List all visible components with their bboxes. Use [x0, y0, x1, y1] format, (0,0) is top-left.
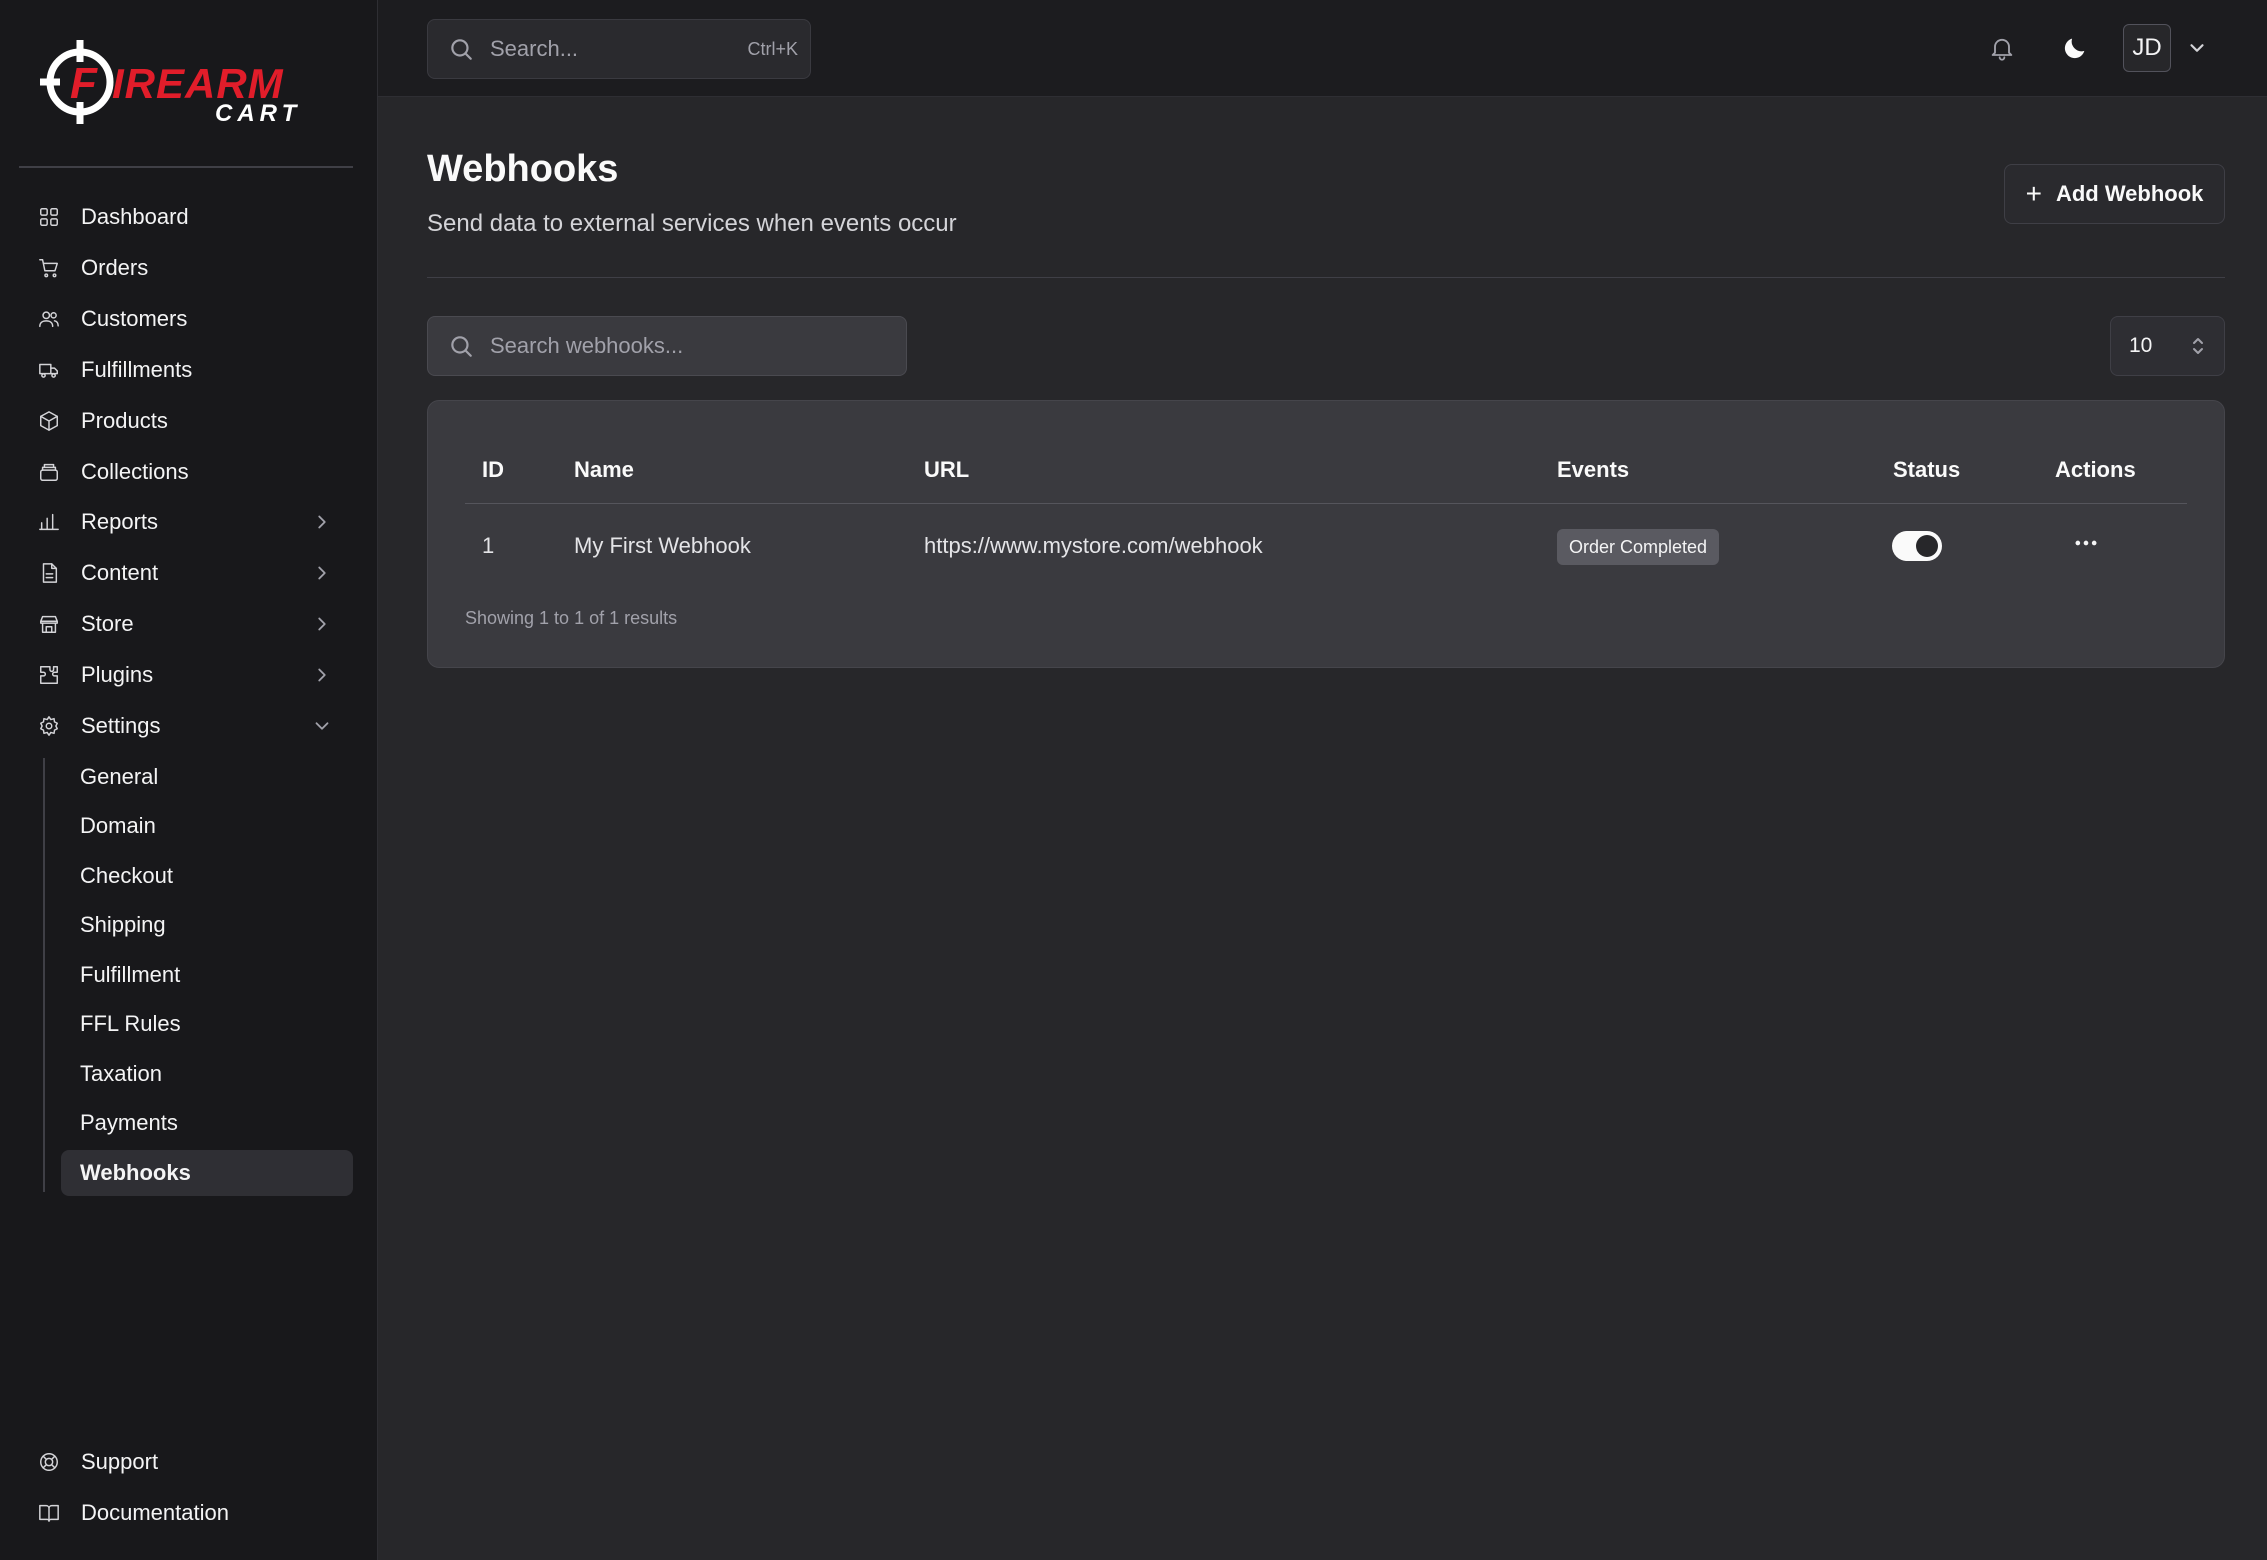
sidebar-item-content[interactable]: Content [19, 550, 353, 596]
truck-icon [37, 358, 61, 382]
cell-url: https://www.mystore.com/webhook [924, 533, 1263, 558]
svg-text:F: F [70, 59, 98, 108]
toggle-knob [1916, 535, 1938, 557]
chevron-up-down-icon [2193, 338, 2203, 354]
file-icon [37, 561, 61, 585]
cart-icon [37, 256, 61, 280]
settings-item-checkout[interactable]: Checkout [61, 853, 353, 899]
box-icon [37, 409, 61, 433]
sidebar-item-collections[interactable]: Collections [19, 449, 353, 495]
status-toggle[interactable] [1892, 531, 1942, 561]
settings-item-general[interactable]: General [61, 754, 353, 800]
sidebar-item-dashboard[interactable]: Dashboard [19, 194, 353, 240]
settings-item-ffl-rules[interactable]: FFL Rules [61, 1001, 353, 1047]
sidebar-item-label: Customers [81, 306, 188, 331]
sidebar-divider [19, 166, 353, 168]
store-icon [37, 612, 61, 636]
settings-submenu-line [43, 758, 45, 1192]
header-divider-line [465, 503, 2187, 504]
top-bar: Search... Ctrl+K JD [378, 0, 2267, 97]
sidebar-item-reports[interactable]: Reports [19, 499, 353, 545]
results-summary: Showing 1 to 1 of 1 results [465, 608, 678, 628]
search-placeholder: Search... [490, 36, 579, 61]
sidebar-item-store[interactable]: Store [19, 601, 353, 647]
column-header-name[interactable]: Name [574, 457, 634, 483]
sidebar-item-label: Orders [81, 255, 149, 280]
per-page-select[interactable]: 10 [2110, 316, 2225, 376]
column-header-status[interactable]: Status [1893, 457, 1960, 483]
firearm-cart-logo[interactable]: F IREARM CART [40, 36, 330, 128]
sidebar-item-label: Fulfillments [81, 357, 193, 382]
sidebar-item-customers[interactable]: Customers [19, 296, 353, 342]
sidebar-item-label: Documentation [81, 1500, 229, 1525]
sidebar-item-label: Settings [81, 713, 161, 738]
collections-icon [37, 460, 61, 484]
sidebar-item-fulfillments[interactable]: Fulfillments [19, 347, 353, 393]
sidebar-item-label: Content [81, 560, 159, 585]
search-shortcut-hint: Ctrl+K [747, 38, 798, 59]
column-header-url[interactable]: URL [924, 457, 969, 483]
header-divider [427, 277, 2225, 278]
sidebar-item-orders[interactable]: Orders [19, 245, 353, 291]
sidebar-item-label: Plugins [81, 662, 154, 687]
cell-name: My First Webhook [574, 533, 751, 558]
lifebuoy-icon [37, 1450, 61, 1474]
settings-item-fulfillment[interactable]: Fulfillment [61, 952, 353, 998]
sidebar-item-label: Collections [81, 459, 189, 484]
column-header-actions: Actions [2055, 457, 2136, 482]
chevron-down-icon [311, 715, 333, 737]
plus-icon: + [2025, 178, 2042, 209]
chevron-right-icon [311, 664, 333, 686]
svg-text:CART: CART [215, 100, 301, 127]
add-webhook-label: Add Webhook [2055, 181, 2204, 206]
page-title: Webhooks [427, 148, 619, 190]
search-icon [451, 336, 472, 357]
global-search-input[interactable]: Search... Ctrl+K [427, 19, 811, 79]
gear-icon [37, 714, 61, 738]
bar-chart-icon [37, 510, 61, 534]
chevron-down-icon[interactable] [2186, 37, 2208, 59]
sidebar: F IREARM CART Dashboard Orders Customers… [0, 0, 378, 1560]
users-icon [37, 307, 61, 331]
search-icon [451, 39, 472, 60]
settings-item-domain[interactable]: Domain [61, 803, 353, 849]
cell-id: 1 [482, 533, 495, 558]
dashboard-icon [37, 205, 61, 229]
settings-item-shipping[interactable]: Shipping [61, 902, 353, 948]
sidebar-item-plugins[interactable]: Plugins [19, 652, 353, 698]
puzzle-icon [37, 663, 61, 687]
webhook-search-placeholder: Search webhooks... [490, 333, 684, 358]
chevron-right-icon [311, 562, 333, 584]
settings-item-payments[interactable]: Payments [61, 1100, 353, 1146]
bell-icon[interactable] [1984, 30, 2020, 66]
sidebar-item-label: Products [81, 408, 168, 433]
sidebar-item-support[interactable]: Support [19, 1439, 353, 1485]
dark-mode-moon-icon[interactable] [2057, 30, 2093, 66]
per-page-value: 10 [2129, 334, 2153, 357]
sidebar-item-label: Support [81, 1449, 159, 1474]
webhooks-table-card: ID Name URL Events Status Actions 1 My F… [427, 400, 2225, 668]
sidebar-item-label: Store [81, 611, 134, 636]
chevron-right-icon [311, 511, 333, 533]
page-subtitle: Send data to external services when even… [427, 210, 957, 237]
column-header-events[interactable]: Events [1557, 457, 1629, 483]
sidebar-item-documentation[interactable]: Documentation [19, 1490, 353, 1536]
sidebar-item-label: Dashboard [81, 204, 189, 229]
sidebar-item-label: Reports [81, 509, 159, 534]
event-badge: Order Completed [1557, 529, 1720, 565]
settings-item-taxation[interactable]: Taxation [61, 1051, 353, 1097]
more-actions-icon[interactable] [2064, 523, 2108, 563]
book-icon [37, 1501, 61, 1525]
sidebar-item-settings[interactable]: Settings [19, 703, 353, 749]
webhook-search-input[interactable]: Search webhooks... [427, 316, 907, 376]
add-webhook-button[interactable]: + Add Webhook [2004, 164, 2225, 224]
column-header-id[interactable]: ID [482, 457, 504, 483]
sidebar-item-products[interactable]: Products [19, 398, 353, 444]
settings-item-webhooks[interactable]: Webhooks [61, 1150, 353, 1196]
user-avatar[interactable]: JD [2123, 24, 2171, 72]
chevron-right-icon [311, 613, 333, 635]
